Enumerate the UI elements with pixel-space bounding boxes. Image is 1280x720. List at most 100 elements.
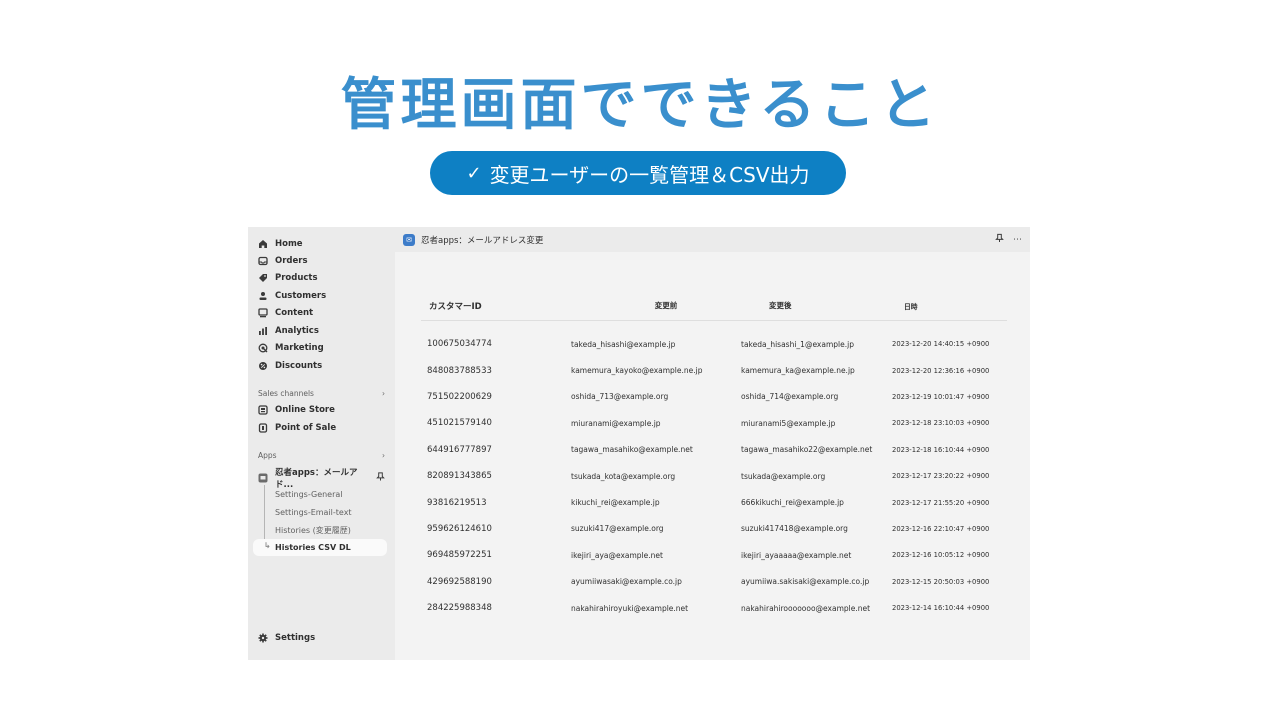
cell-datetime: 2023-12-17 23:20:22 +0900 [892,472,990,481]
cell-customer-id: 959626124610 [427,523,492,534]
feature-pill: ✓ 変更ユーザーの一覧管理＆CSV出力 [430,151,846,195]
target-icon [258,343,268,353]
header-customer-id: カスタマーID [429,301,482,312]
sidebar-item-label: Orders [275,256,308,266]
feature-pill-label: 変更ユーザーの一覧管理＆CSV出力 [489,162,810,187]
inbox-icon [258,256,268,266]
gear-icon [258,633,268,643]
cell-customer-id: 429692588190 [427,576,492,587]
apps-label: Apps [258,451,277,460]
cell-email-before: ikejiri_aya@example.net [571,550,663,560]
sidebar-item-label: 忍者apps：メールアド... [275,468,358,490]
more-options-icon[interactable]: ⋯ [1013,235,1022,245]
pin-icon[interactable] [376,472,385,484]
tag-icon [258,273,268,283]
cell-datetime: 2023-12-15 20:50:03 +0900 [892,577,990,586]
cell-email-before: kikuchi_rei@example.jp [571,498,660,508]
sidebar-subitem-settings-email-text[interactable]: Settings-Email-text [275,508,352,517]
cell-datetime: 2023-12-19 10:01:47 +0900 [892,392,990,401]
sidebar-item-products[interactable]: Products [258,270,318,286]
cell-email-after: takeda_hisashi_1@example.jp [741,339,854,349]
sidebar-subitem-histories-csv-dl[interactable]: Histories CSV DL [275,543,351,552]
table-row: 820891343865 tsukada_kota@example.org tsuk… [421,463,1007,489]
cell-email-before: suzuki417@example.org [571,524,664,534]
app-title: 忍者apps：メールアドレス変更 [421,235,544,246]
cell-datetime: 2023-12-18 23:10:03 +0900 [892,419,990,428]
table-header: カスタマーID 変更前 変更後 日時 [421,291,1007,321]
sidebar-item-label: Online Store [275,405,335,415]
cell-email-before: tagawa_masahiko@example.net [571,445,693,455]
app-topbar: ✉ 忍者apps：メールアドレス変更 ⋯ [395,227,1030,252]
sidebar-item-discounts[interactable]: Discounts [258,358,322,374]
sidebar-item-content[interactable]: Content [258,305,313,321]
sidebar-item-label: Home [275,239,303,249]
table-row: 93816219513 kikuchi_rei@example.jp 666kiku… [421,489,1007,515]
cell-customer-id: 100675034774 [427,339,492,350]
cell-email-before: tsukada_kota@example.org [571,471,676,481]
apps-header[interactable]: Apps › [258,451,385,460]
sidebar-item-label: Customers [275,291,327,301]
cell-email-after: ikejiri_ayaaaaa@example.net [741,550,852,560]
table-row: 848083788533 kamemura_kayoko@example.ne.j… [421,357,1007,383]
check-icon: ✓ [466,162,482,184]
app-icon: ✉ [403,233,415,246]
admin-screenshot: Home Orders Products Customers Content A… [248,227,1030,660]
sidebar-item-home[interactable]: Home [258,236,303,252]
cell-email-after: kamemura_ka@example.ne.jp [741,366,855,376]
cell-datetime: 2023-12-20 12:36:16 +0900 [892,366,990,375]
sidebar-item-analytics[interactable]: Analytics [258,323,319,339]
sidebar-item-marketing[interactable]: Marketing [258,340,324,356]
cell-datetime: 2023-12-17 21:55:20 +0900 [892,498,990,507]
sidebar-item-online-store[interactable]: Online Store [258,402,335,418]
cell-datetime: 2023-12-16 22:10:47 +0900 [892,524,990,533]
table-row: 284225988348 nakahirahiroyuki@example.net… [421,595,1007,621]
chevron-right-icon: › [382,451,385,460]
sales-channels-label: Sales channels [258,389,314,398]
table-row: 429692588190 ayumiiwasaki@example.co.jp ay… [421,569,1007,595]
cell-email-after: miuranami5@example.jp [741,418,836,428]
sidebar-item-orders[interactable]: Orders [258,253,308,269]
sidebar-item-label: Marketing [275,343,324,353]
sidebar-subitem-settings-general[interactable]: Settings-General [275,490,343,499]
sidebar-subitem-histories[interactable]: Histories (変更履歴) [275,525,351,536]
app-icon [258,473,268,483]
table-row: 100675034774 takeda_hisashi@example.jp tak… [421,331,1007,357]
cell-email-after: ayumiiwa.sakisaki@example.co.jp [741,577,870,587]
cell-email-before: miuranami@example.jp [571,418,661,428]
sidebar-item-label: Point of Sale [275,423,337,433]
cell-datetime: 2023-12-20 14:40:15 +0900 [892,340,990,349]
sidebar-item-ninja-app[interactable]: 忍者apps：メールアド... [258,468,385,490]
cell-email-before: nakahirahiroyuki@example.net [571,603,689,613]
cell-datetime: 2023-12-14 16:10:44 +0900 [892,604,990,613]
sidebar-item-point-of-sale[interactable]: Point of Sale [258,420,336,436]
cell-datetime: 2023-12-16 10:05:12 +0900 [892,551,990,560]
chevron-right-icon: › [382,389,385,398]
cell-email-after: oshida_714@example.org [741,392,839,402]
cell-datetime: 2023-12-18 16:10:44 +0900 [892,445,990,454]
header-before: 変更前 [654,301,678,310]
cell-email-after: tsukada@example.org [741,471,826,481]
cell-customer-id: 751502200629 [427,391,492,402]
cell-email-before: ayumiiwasaki@example.co.jp [571,577,682,587]
table-body: 100675034774 takeda_hisashi@example.jp tak… [421,321,1007,621]
pos-icon [258,423,268,433]
cell-customer-id: 451021579140 [427,418,492,429]
sidebar-item-label: Discounts [275,361,323,371]
cell-customer-id: 284225988348 [427,603,492,614]
sidebar-item-settings[interactable]: Settings [258,630,315,646]
cell-customer-id: 644916777897 [427,444,492,455]
cell-customer-id: 848083788533 [427,365,492,376]
cell-customer-id: 969485972251 [427,550,492,561]
sidebar-item-label: Products [275,273,318,283]
table-row: 644916777897 tagawa_masahiko@example.net t… [421,437,1007,463]
sales-channels-header[interactable]: Sales channels › [258,389,385,398]
main-content: ✉ 忍者apps：メールアドレス変更 ⋯ カスタマーID 変更前 変更後 日時 … [395,227,1030,660]
cell-email-after: tagawa_masahiko22@example.net [741,445,873,455]
content-icon [258,308,268,318]
sidebar: Home Orders Products Customers Content A… [248,227,395,660]
table-row: 959626124610 suzuki417@example.org suzuki4… [421,516,1007,542]
sidebar-item-customers[interactable]: Customers [258,288,326,304]
pin-icon[interactable] [995,233,1004,246]
person-icon [258,291,268,301]
sidebar-item-label: Content [275,308,314,318]
